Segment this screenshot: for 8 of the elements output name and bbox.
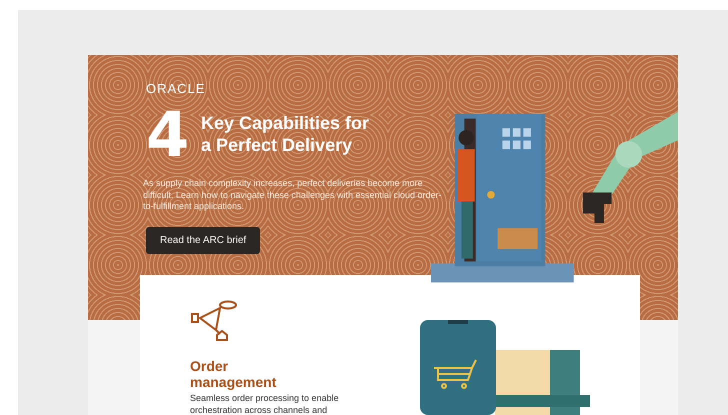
hero-number: 4 xyxy=(146,104,190,166)
brand-logo: ORACLE xyxy=(146,81,206,96)
read-brief-button[interactable]: Read the ARC brief xyxy=(146,227,260,254)
hero-title: Key Capabilities for a Perfect Delivery xyxy=(201,113,370,157)
capability-title: Order management xyxy=(190,358,278,390)
network-nodes-icon xyxy=(190,300,240,342)
capability-description: Seamless order processing to enable orchestration across channels and xyxy=(190,392,340,415)
hero-intro: As supply chain complexity increases, perfect deliveries become more difficult. Learn how to navigate these challenges with essential cloud order-to-fulfillment applications. xyxy=(143,178,443,214)
